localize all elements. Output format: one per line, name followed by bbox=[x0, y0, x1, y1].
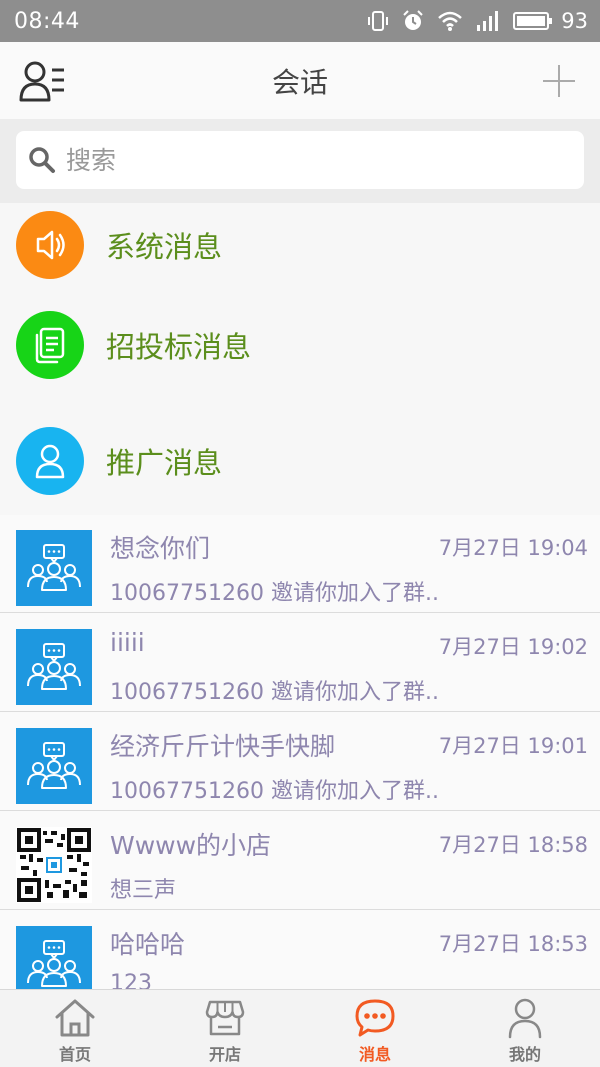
plus-icon bbox=[543, 65, 575, 97]
sys-label-promotion: 推广消息 bbox=[106, 446, 223, 480]
qr-code-icon bbox=[16, 827, 92, 903]
document-icon bbox=[16, 311, 84, 379]
person-icon bbox=[16, 427, 84, 495]
tab-label-shop: 开店 bbox=[208, 1045, 241, 1064]
group-chat-icon bbox=[16, 728, 92, 804]
tab-label-home: 首页 bbox=[58, 1045, 91, 1064]
battery-icon bbox=[513, 12, 553, 30]
conversation-row[interactable]: iiiii 7月27日 19:02 10067751260 邀请你加入了群.. bbox=[0, 614, 600, 712]
conversation-time: 7月27日 19:04 bbox=[438, 536, 588, 560]
conversation-row[interactable]: 想念你们 7月27日 19:04 10067751260 邀请你加入了群.. bbox=[0, 515, 600, 613]
tab-messages[interactable]: 消息 bbox=[300, 990, 450, 1067]
conversation-preview: 10067751260 邀请你加入了群.. bbox=[110, 581, 439, 606]
shop-icon bbox=[203, 996, 247, 1040]
conversation-time: 7月27日 18:58 bbox=[438, 833, 588, 857]
conversation-name: iiiii bbox=[110, 628, 145, 657]
search-box[interactable] bbox=[16, 131, 584, 189]
battery: 93 bbox=[513, 9, 588, 33]
tab-home[interactable]: 首页 bbox=[0, 990, 150, 1067]
conversation-row[interactable]: 哈哈哈 7月27日 18:53 123 bbox=[0, 911, 600, 989]
status-icons: 93 bbox=[367, 9, 588, 33]
tab-label-mine: 我的 bbox=[508, 1045, 541, 1064]
user-icon bbox=[503, 996, 547, 1040]
search-area bbox=[0, 119, 600, 203]
conversation-row[interactable]: 经济斤斤计快手快脚 7月27日 19:01 10067751260 邀请你加入了… bbox=[0, 713, 600, 811]
conversation-list: 想念你们 7月27日 19:04 10067751260 邀请你加入了群.. i… bbox=[0, 515, 600, 989]
chat-bubble-icon bbox=[353, 996, 397, 1040]
sys-label-bidding: 招投标消息 bbox=[106, 330, 252, 364]
system-message-list: 系统消息 招投标消息 推广消息 bbox=[0, 203, 600, 515]
group-chat-icon bbox=[16, 926, 92, 989]
conversation-name: Wwww的小店 bbox=[110, 831, 272, 860]
contacts-button[interactable] bbox=[18, 58, 66, 104]
speaker-icon bbox=[16, 211, 84, 279]
contacts-icon bbox=[19, 61, 64, 102]
page-title: 会话 bbox=[271, 65, 328, 99]
tab-label-messages: 消息 bbox=[358, 1045, 391, 1064]
sys-row-promotion[interactable]: 推广消息 bbox=[0, 416, 600, 506]
group-chat-icon bbox=[16, 530, 92, 606]
conversation-time: 7月27日 19:01 bbox=[438, 734, 588, 758]
search-input[interactable] bbox=[66, 145, 546, 175]
conversation-time: 7月27日 19:02 bbox=[438, 635, 588, 659]
conversation-preview: 10067751260 邀请你加入了群.. bbox=[110, 779, 439, 804]
conversation-time: 7月27日 18:53 bbox=[438, 932, 588, 956]
sys-row-system[interactable]: 系统消息 bbox=[0, 200, 600, 290]
tab-mine[interactable]: 我的 bbox=[450, 990, 600, 1067]
conversation-preview: 123 bbox=[110, 971, 152, 989]
vibrate-icon bbox=[368, 11, 389, 31]
conversation-preview: 想三声 bbox=[110, 878, 177, 903]
home-icon bbox=[53, 996, 97, 1040]
add-button[interactable] bbox=[542, 64, 576, 98]
signal-icon bbox=[477, 11, 499, 31]
bottom-tab-bar: 首页 开店 消息 我的 bbox=[0, 989, 600, 1067]
status-bar: 08:44 93 bbox=[0, 0, 600, 42]
battery-level: 93 bbox=[561, 9, 588, 33]
alarm-icon bbox=[403, 10, 423, 30]
wifi-icon bbox=[438, 11, 463, 31]
tab-shop[interactable]: 开店 bbox=[150, 990, 300, 1067]
conversation-name: 哈哈哈 bbox=[110, 930, 186, 959]
conversation-name: 经济斤斤计快手快脚 bbox=[110, 732, 336, 761]
group-chat-icon bbox=[16, 629, 92, 705]
sys-label-system: 系统消息 bbox=[106, 230, 223, 264]
search-icon bbox=[29, 147, 55, 173]
conversation-name: 想念你们 bbox=[110, 534, 211, 563]
conversation-row[interactable]: Wwww的小店 7月27日 18:58 想三声 bbox=[0, 812, 600, 910]
status-time: 08:44 bbox=[14, 8, 80, 34]
conversation-preview: 10067751260 邀请你加入了群.. bbox=[110, 680, 439, 705]
app-header: 会话 bbox=[0, 42, 600, 119]
sys-row-bidding[interactable]: 招投标消息 bbox=[0, 300, 600, 390]
